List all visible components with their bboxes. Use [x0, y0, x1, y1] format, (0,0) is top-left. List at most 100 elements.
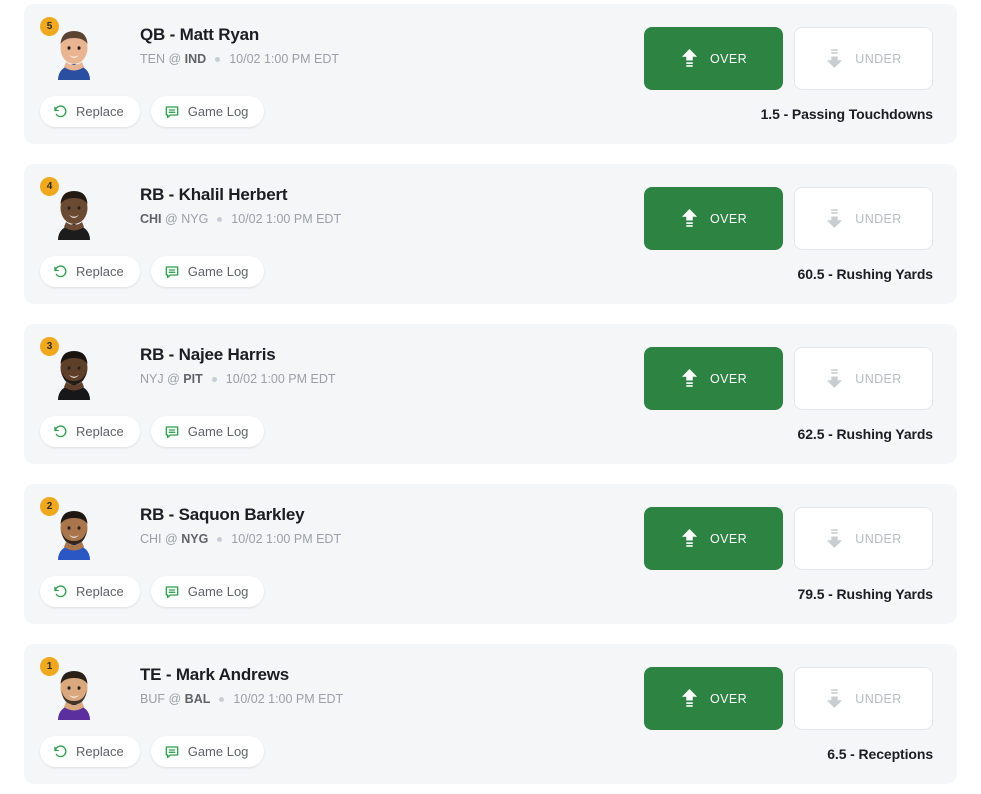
at-symbol: @ [167, 372, 180, 387]
at-symbol: @ [165, 532, 178, 547]
pick-card: 2 RB - Saquon Barkley CHI @ NYG 10/02 1:00 … [24, 484, 957, 624]
separator-dot [215, 56, 221, 62]
under-button[interactable]: UNDER [794, 667, 933, 730]
pick-card: 5 QB - Matt Ryan TEN @ IND 10/02 1:00 PM ED… [24, 4, 957, 144]
over-under-group: OVER UNDER [644, 667, 933, 730]
game-log-button-label: Game Log [187, 744, 249, 759]
replace-button-label: Replace [76, 104, 124, 119]
player-name: RB - Saquon Barkley [140, 505, 305, 524]
game-log-button-label: Game Log [187, 104, 249, 119]
arrow-down-lines-icon [825, 48, 844, 69]
away-team: CHI [140, 532, 162, 547]
over-button[interactable]: OVER [644, 27, 783, 90]
player-text: TE - Mark Andrews BUF @ BAL 10/02 1:00 PM … [102, 660, 343, 707]
arrow-up-lines-icon [680, 368, 699, 389]
under-button-label: UNDER [855, 211, 902, 226]
away-team: TEN [140, 52, 165, 67]
player-name: TE - Mark Andrews [140, 665, 290, 684]
avatar-wrap: 5 [40, 17, 102, 82]
replace-button-label: Replace [76, 584, 124, 599]
player-row: 1 TE - Mark Andrews BUF @ BAL 10/02 1:00 PM… [40, 657, 644, 722]
player-text: RB - Saquon Barkley CHI @ NYG 10/02 1:00 P… [102, 500, 341, 547]
game-log-button[interactable]: Game Log [150, 96, 265, 127]
separator-dot [211, 376, 217, 382]
replace-button[interactable]: Replace [40, 256, 140, 287]
home-team: NYG [181, 532, 209, 547]
under-button[interactable]: UNDER [794, 27, 933, 90]
pick-card: 4 RB - Khalil Herbert CHI @ NYG 10/02 1:00 … [24, 164, 957, 304]
replace-button-label: Replace [76, 424, 124, 439]
player-name: RB - Khalil Herbert [140, 185, 288, 204]
pick-info: 3 RB - Najee Harris NYJ @ PIT 10/02 1:00 PM… [24, 324, 644, 447]
under-button[interactable]: UNDER [794, 507, 933, 570]
at-symbol: @ [168, 52, 182, 67]
matchup: TEN @ IND [140, 51, 206, 67]
arrow-down-lines-icon [825, 208, 844, 229]
matchup: CHI @ NYG [140, 531, 208, 547]
arrow-down-lines-icon [825, 528, 844, 549]
rank-badge: 5 [40, 17, 59, 36]
replace-button-label: Replace [76, 264, 124, 279]
message-lines-icon [164, 264, 180, 280]
game-log-button[interactable]: Game Log [150, 416, 265, 447]
under-button-label: UNDER [855, 691, 902, 706]
pick-card: 3 RB - Najee Harris NYJ @ PIT 10/02 1:00 PM… [24, 324, 957, 464]
game-log-button[interactable]: Game Log [150, 736, 265, 767]
avatar-wrap: 1 [40, 657, 102, 722]
replace-button[interactable]: Replace [40, 96, 140, 127]
avatar-wrap: 2 [40, 497, 102, 562]
game-meta: CHI @ NYG 10/02 1:00 PM EDT [140, 531, 341, 547]
game-log-button[interactable]: Game Log [150, 576, 265, 607]
over-button-label: OVER [709, 211, 748, 226]
replace-button[interactable]: Replace [40, 576, 140, 607]
rotate-ccw-icon [53, 584, 68, 599]
message-lines-icon [164, 424, 180, 440]
game-log-button[interactable]: Game Log [150, 256, 265, 287]
message-lines-icon [164, 104, 180, 120]
under-button[interactable]: UNDER [794, 347, 933, 410]
player-row: 2 RB - Saquon Barkley CHI @ NYG 10/02 1:00 … [40, 497, 644, 562]
away-team: CHI [140, 212, 162, 227]
over-under-group: OVER UNDER [644, 507, 933, 570]
arrow-up-lines-icon [680, 528, 699, 549]
game-meta: BUF @ BAL 10/02 1:00 PM EDT [140, 691, 343, 707]
arrow-up-lines-icon [680, 688, 699, 709]
prop-line: 62.5 - Rushing Yards [797, 426, 934, 442]
card-actions: Replace Game Log [40, 576, 644, 607]
at-symbol: @ [168, 692, 182, 707]
player-text: RB - Khalil Herbert CHI @ NYG 10/02 1:00 P… [102, 180, 341, 227]
player-name: RB - Najee Harris [140, 345, 276, 364]
under-button-label: UNDER [855, 531, 902, 546]
over-under-group: OVER UNDER [644, 27, 933, 90]
player-text: RB - Najee Harris NYJ @ PIT 10/02 1:00 PM … [102, 340, 336, 387]
under-button[interactable]: UNDER [794, 187, 933, 250]
over-button[interactable]: OVER [644, 667, 783, 730]
separator-dot [219, 696, 225, 702]
game-meta: NYJ @ PIT 10/02 1:00 PM EDT [140, 371, 336, 387]
arrow-down-lines-icon [825, 688, 844, 709]
replace-button[interactable]: Replace [40, 416, 140, 447]
pick-info: 4 RB - Khalil Herbert CHI @ NYG 10/02 1:00 … [24, 164, 644, 287]
kickoff-time: 10/02 1:00 PM EDT [229, 52, 339, 67]
game-meta: CHI @ NYG 10/02 1:00 PM EDT [140, 211, 341, 227]
kickoff-time: 10/02 1:00 PM EDT [231, 212, 342, 227]
prop-line: 6.5 - Receptions [827, 746, 933, 762]
prop-line: 1.5 - Passing Touchdowns [760, 106, 933, 122]
card-actions: Replace Game Log [40, 736, 644, 767]
message-lines-icon [164, 584, 180, 600]
home-team: PIT [183, 372, 203, 387]
over-button-label: OVER [709, 51, 748, 66]
over-button[interactable]: OVER [644, 187, 783, 250]
bet-controls: OVER UNDER 6.5 - Receptions [644, 644, 957, 762]
replace-button[interactable]: Replace [40, 736, 140, 767]
over-button[interactable]: OVER [644, 507, 783, 570]
away-team: BUF [140, 692, 165, 707]
arrow-up-lines-icon [680, 48, 699, 69]
rotate-ccw-icon [53, 264, 68, 279]
game-log-button-label: Game Log [187, 424, 249, 439]
over-button[interactable]: OVER [644, 347, 783, 410]
home-team: NYG [181, 212, 209, 227]
rotate-ccw-icon [53, 424, 68, 439]
rotate-ccw-icon [53, 104, 68, 119]
over-under-group: OVER UNDER [644, 187, 933, 250]
